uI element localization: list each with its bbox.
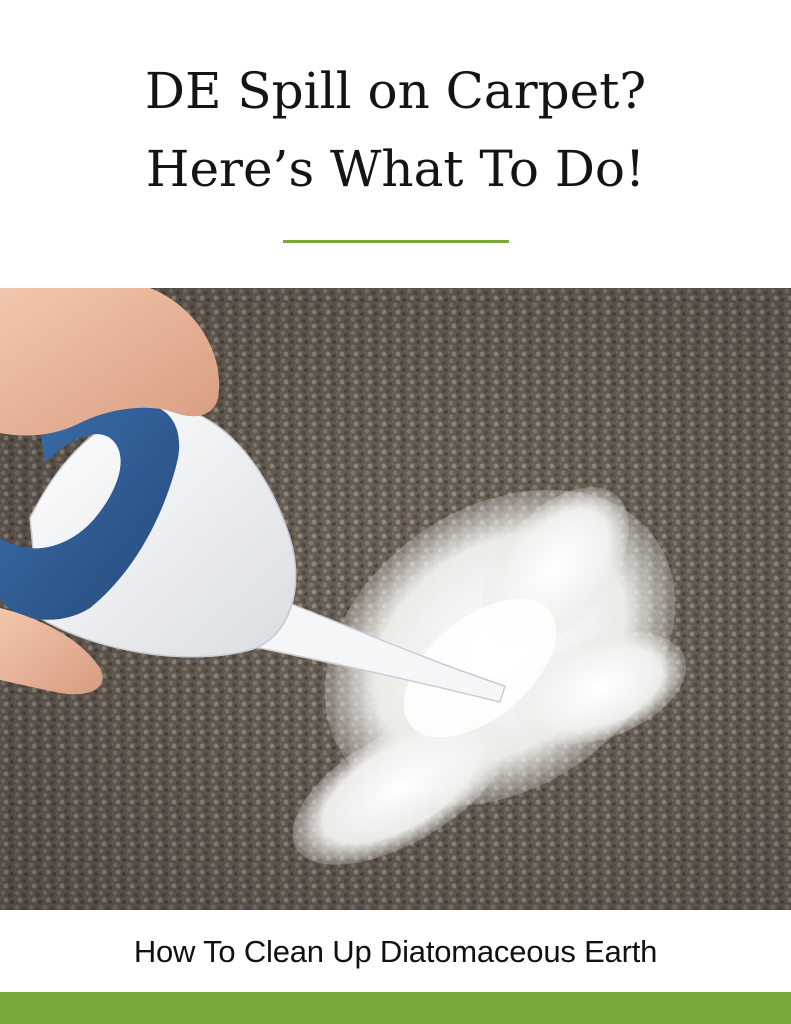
title-line-1: DE Spill on Carpet? xyxy=(144,62,647,120)
title-line-2: Here’s What To Do! xyxy=(145,140,646,198)
caption: How To Clean Up Diatomaceous Earth xyxy=(0,910,791,992)
header: DE Spill on Carpet? Here’s What To Do! xyxy=(0,0,791,288)
page: DE Spill on Carpet? Here’s What To Do! H… xyxy=(0,0,791,1024)
footer-accent-bar xyxy=(0,992,791,1024)
caption-text: How To Clean Up Diatomaceous Earth xyxy=(133,934,658,969)
carpet-photo xyxy=(0,288,791,910)
title-divider xyxy=(283,240,509,243)
page-title: DE Spill on Carpet? Here’s What To Do! xyxy=(0,52,791,208)
carpet-photo-illustration xyxy=(0,288,791,910)
